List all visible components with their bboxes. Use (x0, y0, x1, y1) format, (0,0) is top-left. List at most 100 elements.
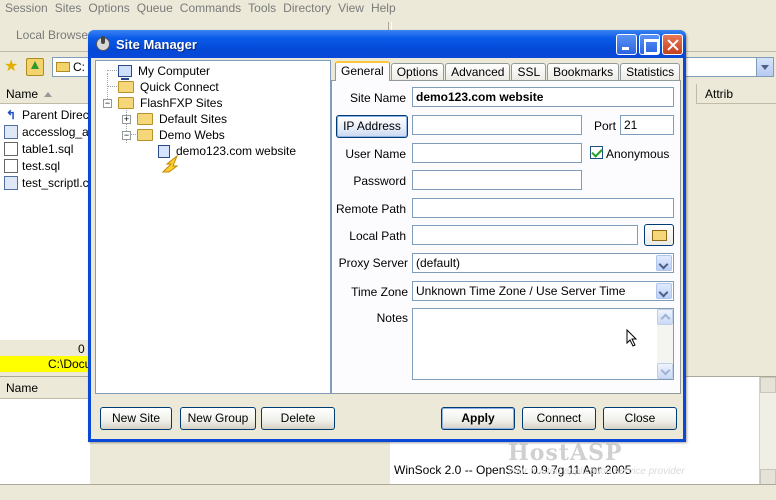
watermark-tagline: your trusted application service provide… (508, 466, 685, 477)
delete-button[interactable]: Delete (261, 407, 335, 430)
ip-address-field[interactable] (412, 115, 582, 135)
dialog-body: My Computer Quick Connect − FlashFXP Sit… (91, 58, 683, 439)
anonymous-label[interactable]: Anonymous (606, 147, 669, 161)
status-path: C:\Docu (0, 356, 90, 372)
parent-dir-icon: ↰ (4, 107, 18, 122)
local-path-value: C: (73, 60, 85, 74)
tree-item-label: Demo Webs (159, 128, 225, 142)
password-field[interactable] (412, 170, 582, 190)
tree-item-label: Default Sites (159, 112, 228, 126)
site-name-label: Site Name (349, 91, 406, 105)
expand-icon[interactable]: + (122, 115, 131, 124)
apply-button[interactable]: Apply (441, 407, 515, 430)
time-zone-label: Time Zone (351, 285, 408, 299)
anonymous-checkbox[interactable] (590, 146, 603, 159)
tab-general[interactable]: General (335, 61, 390, 81)
time-zone-value: Unknown Time Zone / Use Server Time (416, 284, 626, 298)
folder-icon (56, 62, 70, 72)
scroll-up-icon[interactable] (657, 309, 673, 325)
list-item[interactable]: accesslog_ab (0, 123, 99, 140)
tab-ssl[interactable]: SSL (511, 63, 547, 80)
tree-item-default-sites[interactable]: Default Sites (137, 111, 227, 127)
tab-strip: General Options Advanced SSL Bookmarks S… (335, 60, 681, 81)
chevron-down-icon[interactable] (656, 283, 672, 299)
tab-statistics[interactable]: Statistics (620, 63, 681, 80)
database-file-icon (4, 124, 18, 139)
column-header-label: Name (6, 87, 39, 101)
ip-address-button[interactable]: IP Address (336, 115, 408, 138)
menu-commands[interactable]: Commands (179, 0, 247, 16)
file-name: table1.sql (22, 141, 74, 156)
status-bar (0, 484, 776, 500)
chevron-down-icon[interactable] (656, 255, 672, 271)
site-name-field[interactable]: demo123.com website (412, 87, 674, 107)
connect-button[interactable]: Connect (522, 407, 596, 430)
scroll-up-icon[interactable] (760, 377, 776, 393)
folder-icon (118, 81, 134, 93)
folder-icon (137, 113, 153, 125)
new-site-button[interactable]: New Site (100, 407, 172, 430)
scroll-down-icon[interactable] (760, 469, 776, 485)
list-item[interactable]: table1.sql (0, 140, 99, 157)
local-status: 0 C:\Docu (0, 340, 90, 372)
maximize-icon[interactable] (639, 34, 660, 55)
tab-bookmarks[interactable]: Bookmarks (547, 63, 620, 80)
list-item[interactable]: test_scriptl.cg (0, 174, 99, 191)
collapse-icon[interactable]: − (103, 99, 112, 108)
dialog-title: Site Manager (116, 37, 197, 52)
remote-path-field[interactable] (412, 198, 674, 218)
tab-advanced[interactable]: Advanced (445, 63, 511, 80)
chevron-down-icon[interactable] (756, 58, 773, 76)
notes-scrollbar[interactable] (657, 309, 673, 379)
tab-options[interactable]: Options (390, 63, 445, 80)
list-item[interactable]: ↰ Parent Directo (0, 106, 99, 123)
column-header-name[interactable]: Name (0, 84, 92, 104)
menu-directory[interactable]: Directory (282, 0, 337, 16)
dialog-titlebar[interactable]: Site Manager (88, 30, 686, 58)
menu-session[interactable]: Session (4, 0, 54, 16)
user-name-field[interactable] (412, 143, 582, 163)
collapse-icon[interactable]: − (122, 131, 131, 140)
menu-bar: Session Sites Options Queue Commands Too… (0, 0, 776, 16)
time-zone-select[interactable]: Unknown Time Zone / Use Server Time (412, 281, 674, 301)
browse-folder-button[interactable] (644, 224, 674, 246)
local-path-combo[interactable]: C: (52, 57, 92, 77)
file-name: test.sql (22, 158, 61, 173)
tree-item-my-computer[interactable]: My Computer (118, 63, 210, 80)
tree-item-quick-connect[interactable]: Quick Connect (118, 79, 219, 95)
local-file-list: Name ↰ Parent Directo accesslog_ab table1… (0, 84, 99, 340)
user-name-label: User Name (345, 147, 406, 161)
menu-options[interactable]: Options (87, 0, 135, 16)
site-tree: My Computer Quick Connect − FlashFXP Sit… (95, 60, 331, 394)
local-path-label: Local Path (349, 229, 406, 243)
menu-help[interactable]: Help (370, 0, 402, 16)
tree-item-flashfxp-sites[interactable]: FlashFXP Sites (118, 95, 222, 111)
queue-column-header[interactable]: Name (0, 377, 90, 399)
remote-path-combo[interactable] (680, 57, 774, 77)
minimize-icon[interactable] (616, 34, 637, 55)
site-manager-dialog: Site Manager My Computer Quick Connect −… (88, 30, 686, 442)
new-group-button[interactable]: New Group (180, 407, 256, 430)
pointer-arrow-icon (161, 154, 179, 173)
menu-view[interactable]: View (337, 0, 370, 16)
up-folder-icon[interactable] (26, 58, 44, 76)
mouse-cursor-icon (626, 329, 638, 347)
file-name: accesslog_ab (22, 124, 96, 139)
menu-sites[interactable]: Sites (54, 0, 88, 16)
close-icon[interactable] (662, 34, 683, 55)
tree-item-demo-webs[interactable]: Demo Webs (137, 127, 225, 143)
port-field[interactable]: 21 (620, 115, 674, 135)
proxy-server-select[interactable]: (default) (412, 253, 674, 273)
local-path-field[interactable] (412, 225, 638, 245)
close-button[interactable]: Close (603, 407, 677, 430)
list-item[interactable]: test.sql (0, 157, 99, 174)
menu-queue[interactable]: Queue (136, 0, 179, 16)
menu-tools[interactable]: Tools (247, 0, 282, 16)
tree-item-label: Quick Connect (140, 80, 219, 94)
scroll-down-icon[interactable] (657, 363, 673, 379)
log-scrollbar[interactable] (759, 377, 776, 485)
column-header-attrib[interactable]: Attrib (696, 84, 776, 104)
local-browser-button[interactable]: Local Browser (16, 28, 92, 42)
favorites-star-icon[interactable]: ★ (4, 58, 22, 76)
remote-path-label: Remote Path (336, 202, 407, 216)
